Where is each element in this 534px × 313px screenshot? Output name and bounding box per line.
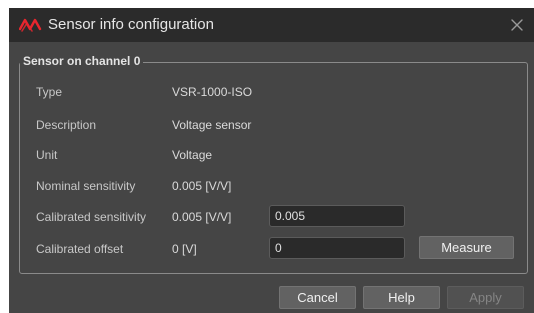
- description-label: Description: [36, 118, 97, 132]
- type-value: VSR-1000-ISO: [172, 85, 253, 99]
- apply-button[interactable]: Apply: [447, 286, 524, 309]
- description-value: Voltage sensor: [172, 118, 252, 132]
- calibrated-sensitivity-value: 0.005 [V/V]: [172, 210, 232, 224]
- title-bar: Sensor info configuration: [9, 8, 534, 42]
- close-icon[interactable]: [508, 16, 526, 34]
- nominal-sensitivity-label: Nominal sensitivity: [36, 179, 136, 193]
- type-label: Type: [36, 85, 63, 99]
- window-title: Sensor info configuration: [48, 16, 214, 33]
- dialog-window: Sensor info configuration Sensor on chan…: [9, 8, 534, 313]
- nominal-sensitivity-value: 0.005 [V/V]: [172, 179, 232, 193]
- calibrated-offset-label: Calibrated offset: [36, 242, 124, 256]
- unit-value: Voltage: [172, 148, 213, 162]
- group-title: Sensor on channel 0: [20, 53, 144, 69]
- cancel-button[interactable]: Cancel: [279, 286, 356, 309]
- calibrated-offset-value: 0 [V]: [172, 242, 197, 256]
- calibrated-sensitivity-label: Calibrated sensitivity: [36, 210, 147, 224]
- calibrated-sensitivity-input[interactable]: [269, 205, 405, 227]
- waveform-icon: [18, 16, 43, 34]
- measure-button[interactable]: Measure: [419, 236, 514, 259]
- help-button[interactable]: Help: [363, 286, 440, 309]
- calibrated-offset-input[interactable]: [269, 237, 405, 259]
- unit-label: Unit: [36, 148, 58, 162]
